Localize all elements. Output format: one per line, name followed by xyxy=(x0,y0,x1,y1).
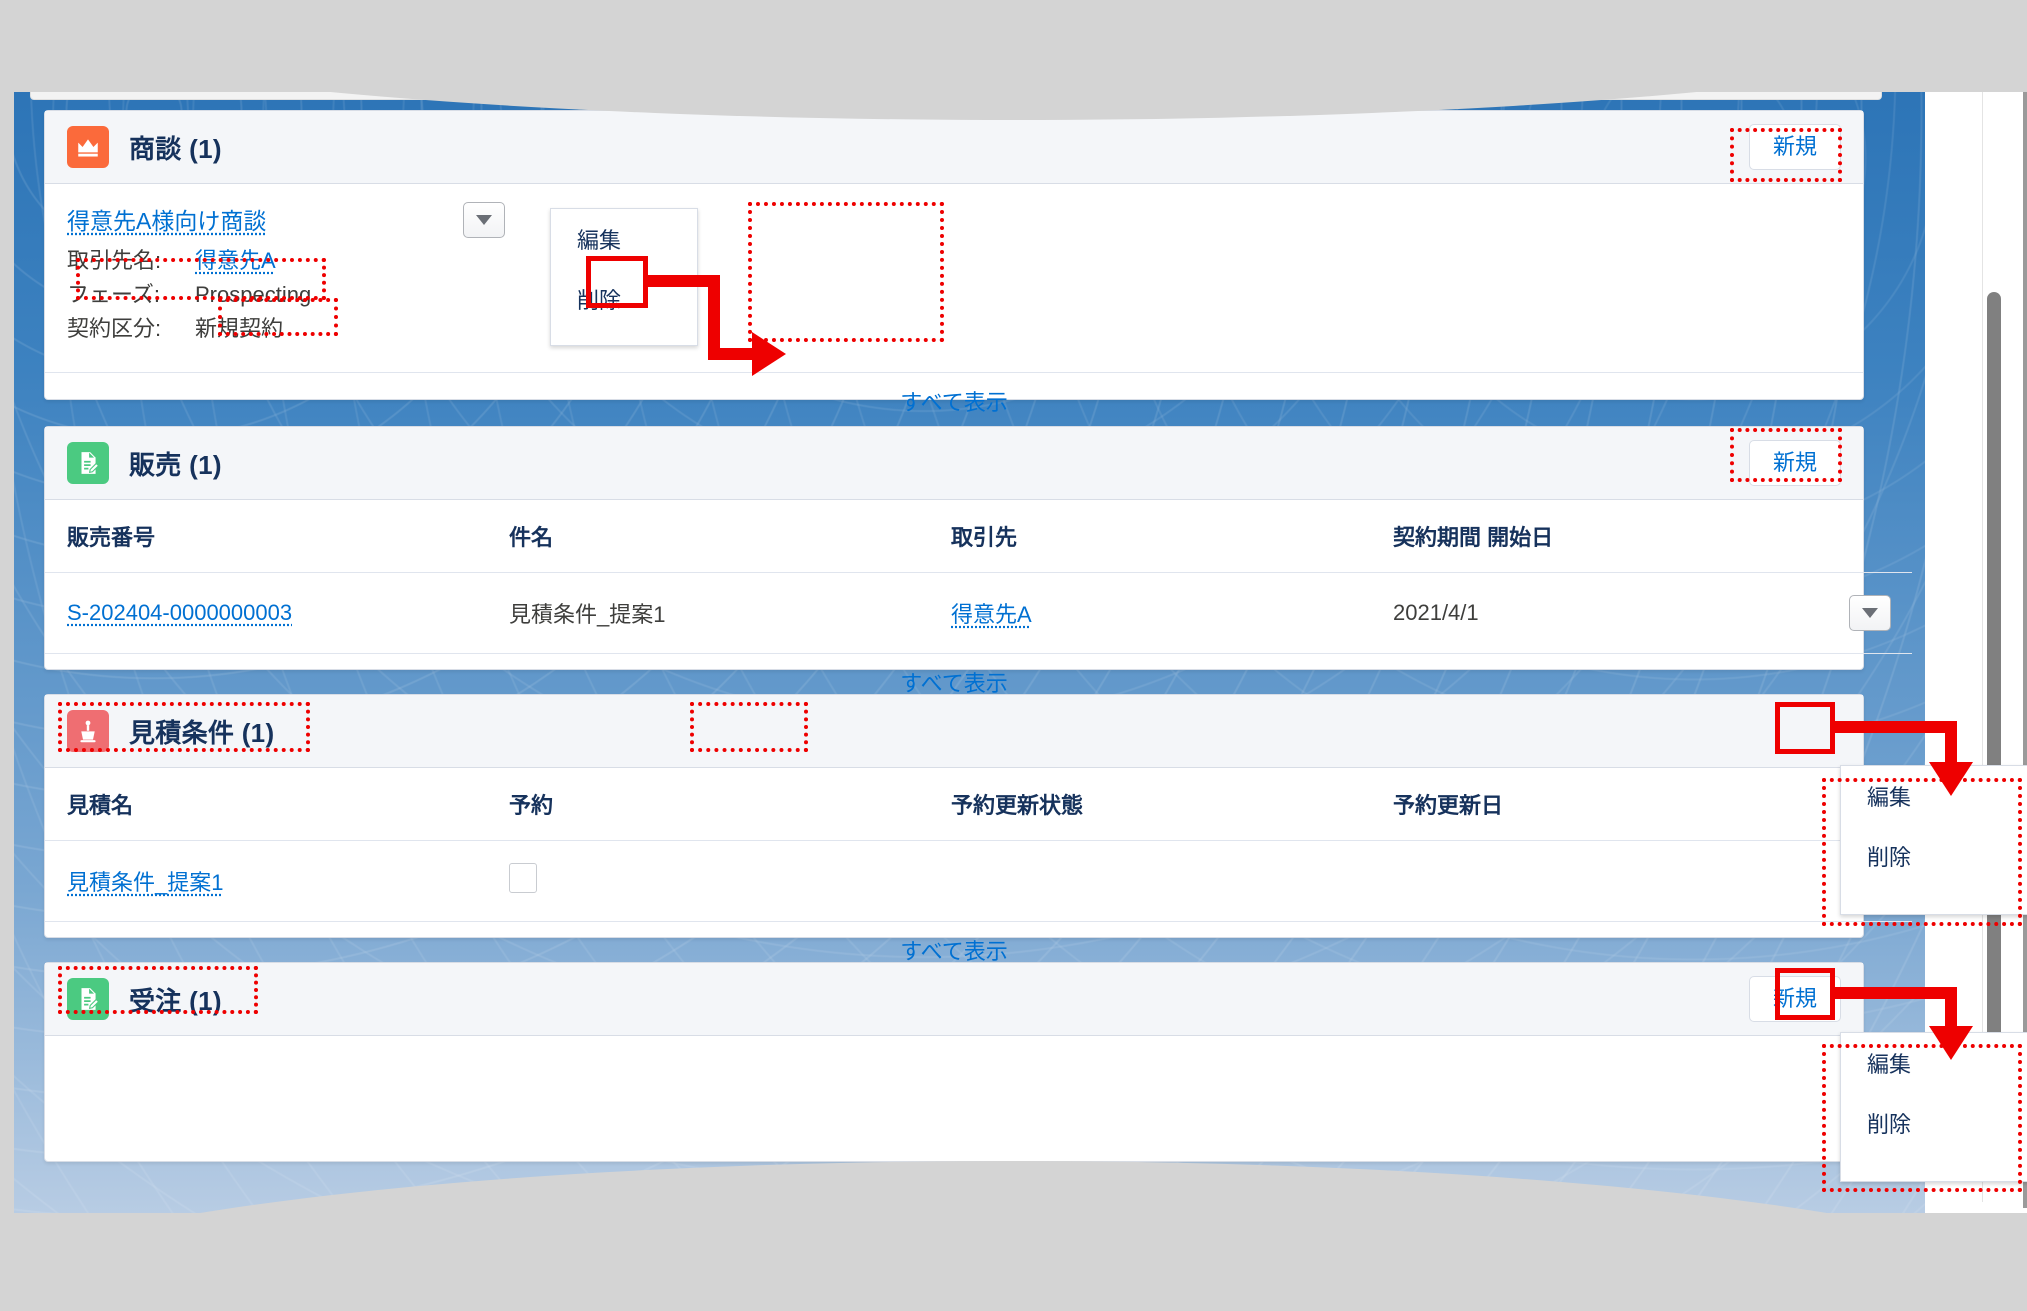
screenshot-canvas: 商談 (1) 新規 得意先A様向け商談 取引先名: 得意先A フェーズ: Pro… xyxy=(0,0,2027,1311)
chevron-down-icon xyxy=(1862,608,1878,618)
related-list-opportunity: 商談 (1) 新規 得意先A様向け商談 取引先名: 得意先A フェーズ: Pro… xyxy=(44,110,1864,415)
quote-cell-name: 見積条件_提案1 xyxy=(45,840,487,922)
reserve-checkbox[interactable] xyxy=(509,863,537,893)
menu-item-delete-sales[interactable]: 削除 xyxy=(1841,826,2027,886)
opportunity-record-link[interactable]: 得意先A様向け商談 xyxy=(67,202,266,236)
quote-table-header-row: 見積名 予約 予約更新状態 予約更新日 xyxy=(45,768,1912,841)
related-list-order: 受注 (1) 新規 xyxy=(44,962,1864,1162)
sales-col-header-account[interactable]: 取引先 xyxy=(929,500,1371,573)
row-action-menu-button-opportunity[interactable] xyxy=(463,202,505,238)
menu-item-delete-quote[interactable]: 削除 xyxy=(1841,1093,2027,1153)
row-action-menu-quote[interactable]: 編集 削除 xyxy=(1840,1032,2027,1182)
page-mask-top-band xyxy=(0,0,2027,92)
related-list-sales: 販売 (1) 新規 販売番号 件名 取引先 契約期間 開始日 S-202404-… xyxy=(44,426,1912,696)
page-mask-bottom-band xyxy=(0,1213,2027,1311)
quote-icon xyxy=(67,710,109,752)
quote-cell-reserve xyxy=(487,840,929,922)
row-action-menu-sales[interactable]: 編集 削除 xyxy=(1840,765,2027,915)
vertical-scrollbar-track[interactable] xyxy=(1982,62,2005,1202)
related-list-title-sales: 販売 (1) xyxy=(129,449,222,480)
field-value-contract-type: 新規契約 xyxy=(195,316,284,341)
sales-account-link[interactable]: 得意先A xyxy=(951,602,1032,627)
page-viewport: 商談 (1) 新規 得意先A様向け商談 取引先名: 得意先A フェーズ: Pro… xyxy=(12,62,1912,1202)
field-row-contract-type: 契約区分: 新規契約 xyxy=(67,312,1841,346)
quote-condition-table: 見積名 予約 予約更新状態 予約更新日 見積条件_提案1 xyxy=(45,768,1912,922)
related-list-quote-condition: 見積条件 (1) 見積名 予約 予約更新状態 予約更新日 見積条件_提案1 すべ… xyxy=(44,694,1912,964)
related-list-title-opportunity: 商談 (1) xyxy=(129,133,222,164)
sales-cell-number: S-202404-0000000003 xyxy=(45,572,487,654)
sales-table: 販売番号 件名 取引先 契約期間 開始日 S-202404-0000000003… xyxy=(45,500,1912,654)
sales-cell-subject: 見積条件_提案1 xyxy=(487,572,929,654)
related-list-title-quote-condition: 見積条件 (1) xyxy=(129,717,275,748)
quote-cell-reserve-date xyxy=(1371,840,1813,922)
quote-col-header-reserve[interactable]: 予約 xyxy=(487,768,929,841)
menu-item-delete-opportunity[interactable]: 削除 xyxy=(551,269,697,329)
sales-col-header-number[interactable]: 販売番号 xyxy=(45,500,487,573)
new-button-sales[interactable]: 新規 xyxy=(1749,440,1841,486)
document-edit-icon xyxy=(67,978,109,1020)
field-row-account: 取引先名: 得意先A xyxy=(67,244,1841,278)
quote-col-header-reserve-date[interactable]: 予約更新日 xyxy=(1371,768,1813,841)
sales-col-header-start-date[interactable]: 契約期間 開始日 xyxy=(1371,500,1813,573)
field-label-account: 取引先名: xyxy=(67,248,162,273)
related-list-header-order: 受注 (1) 新規 xyxy=(45,963,1863,1036)
row-action-menu-button-sales[interactable] xyxy=(1849,595,1891,631)
menu-item-edit-opportunity[interactable]: 編集 xyxy=(551,209,697,269)
quote-col-header-name[interactable]: 見積名 xyxy=(45,768,487,841)
related-list-header-sales: 販売 (1) 新規 xyxy=(45,427,1863,500)
document-edit-icon xyxy=(67,442,109,484)
field-value-account[interactable]: 得意先A xyxy=(195,244,276,278)
field-label-stage: フェーズ: xyxy=(67,282,161,307)
field-label-contract-type: 契約区分: xyxy=(67,316,162,341)
row-action-menu-opportunity[interactable]: 編集 削除 xyxy=(550,208,698,346)
related-list-header-quote-condition: 見積条件 (1) xyxy=(45,695,1863,768)
chevron-down-icon xyxy=(476,215,492,225)
opportunity-record-tile: 得意先A様向け商談 取引先名: 得意先A フェーズ: Prospecting 契… xyxy=(45,184,1863,372)
menu-item-edit-sales[interactable]: 編集 xyxy=(1841,766,2027,826)
vertical-scrollbar-thumb[interactable] xyxy=(1987,292,2001,1142)
field-row-stage: フェーズ: Prospecting xyxy=(67,278,1841,312)
page-mask-left xyxy=(0,60,14,1240)
crown-icon xyxy=(67,126,109,168)
menu-item-edit-quote[interactable]: 編集 xyxy=(1841,1033,2027,1093)
table-row: S-202404-0000000003 見積条件_提案1 得意先A 2021/4… xyxy=(45,572,1912,654)
related-list-title-order: 受注 (1) xyxy=(129,985,222,1016)
field-value-stage: Prospecting xyxy=(195,282,312,307)
related-list-header-opportunity: 商談 (1) 新規 xyxy=(45,111,1863,184)
sales-col-header-actions xyxy=(1813,500,1912,573)
sales-record-link[interactable]: S-202404-0000000003 xyxy=(67,600,292,625)
new-button-order[interactable]: 新規 xyxy=(1749,976,1841,1022)
sales-cell-actions xyxy=(1813,572,1912,654)
quote-record-link[interactable]: 見積条件_提案1 xyxy=(67,870,223,895)
quote-col-header-reserve-status[interactable]: 予約更新状態 xyxy=(929,768,1371,841)
sales-cell-account: 得意先A xyxy=(929,572,1371,654)
view-all-opportunity[interactable]: すべて表示 xyxy=(45,372,1863,433)
sales-col-header-subject[interactable]: 件名 xyxy=(487,500,929,573)
quote-cell-reserve-status xyxy=(929,840,1371,922)
sales-cell-start-date: 2021/4/1 xyxy=(1371,572,1813,654)
new-button-opportunity[interactable]: 新規 xyxy=(1749,124,1841,170)
table-row: 見積条件_提案1 xyxy=(45,840,1912,922)
sales-table-header-row: 販売番号 件名 取引先 契約期間 開始日 xyxy=(45,500,1912,573)
